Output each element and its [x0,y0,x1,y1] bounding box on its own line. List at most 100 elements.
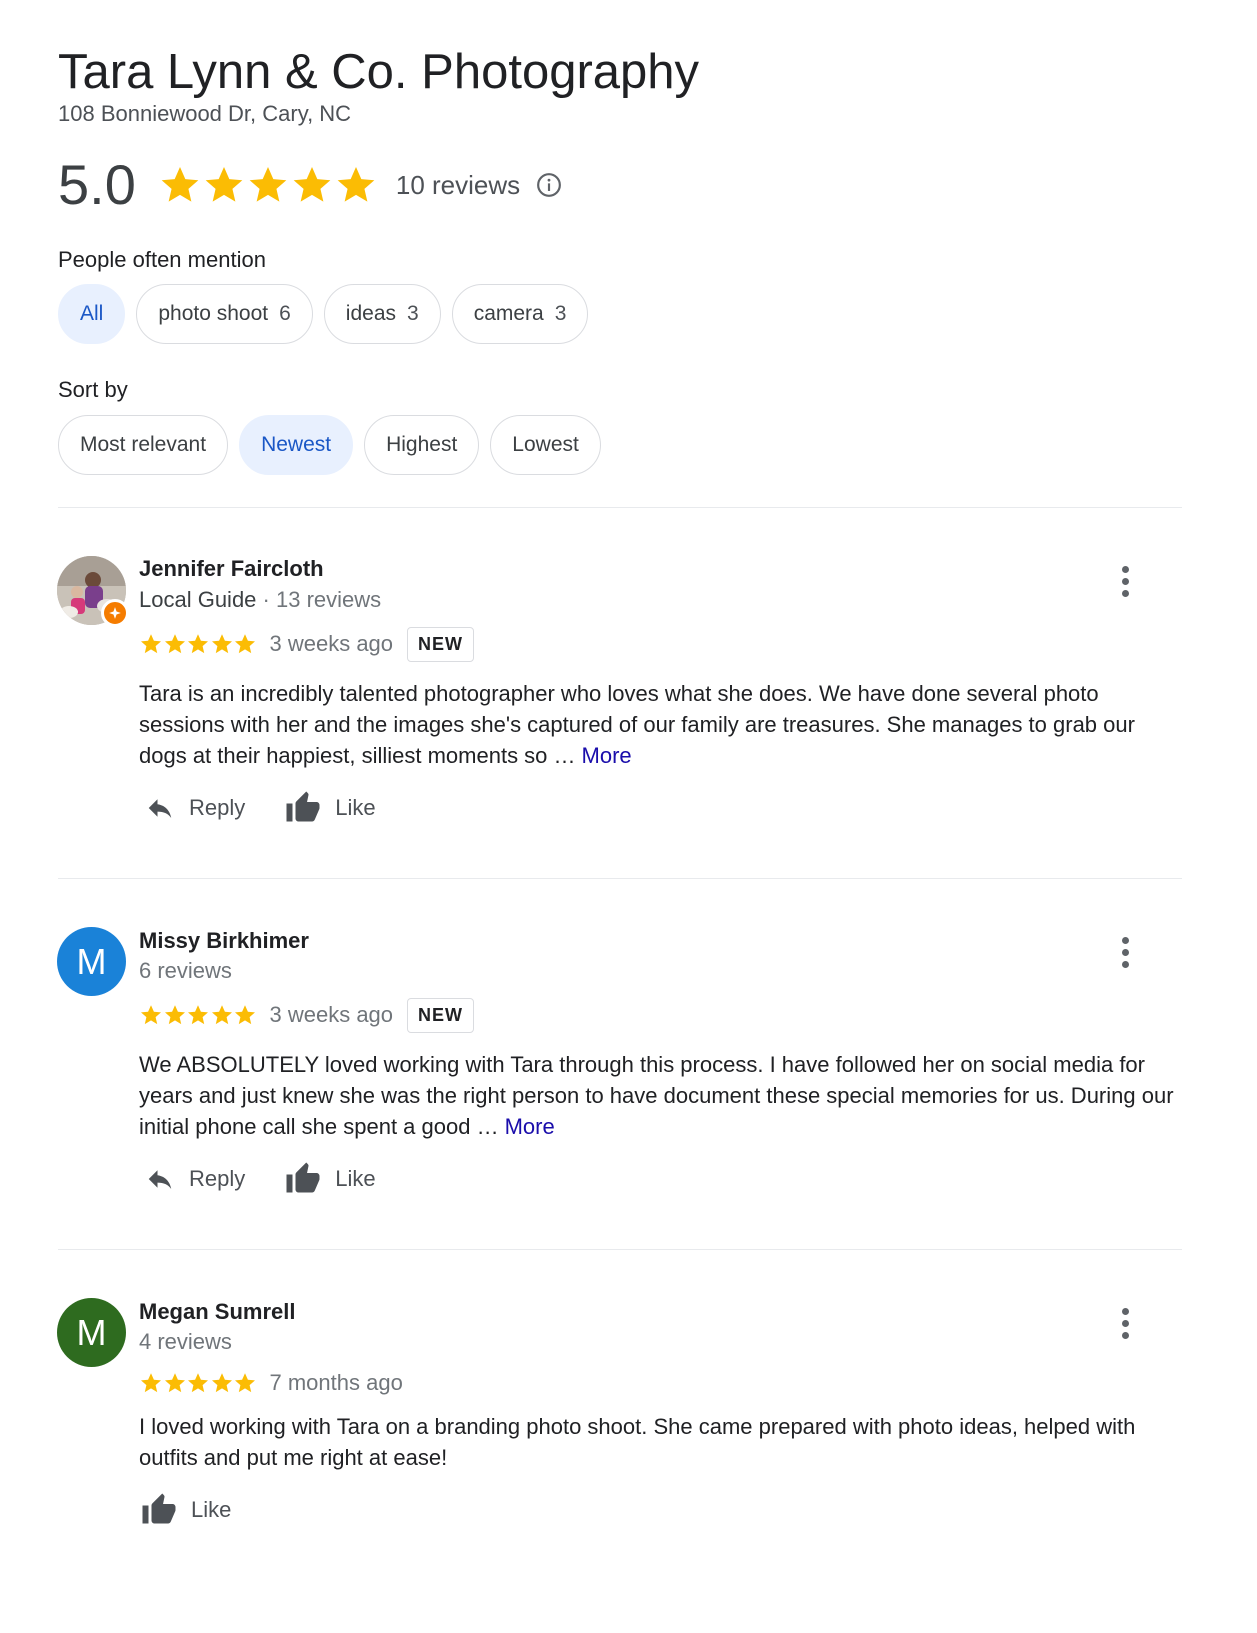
star-icon [164,634,185,654]
chip-count: 6 [279,302,291,325]
star-icon [141,1373,161,1393]
rating-value: 5.0 [58,153,136,216]
thumbs-up-icon [142,1493,176,1524]
chip-photo-shoot[interactable]: photo shoot 6 [136,284,313,344]
star-icon [161,167,199,202]
rating-stars [158,163,378,207]
chip-count: 3 [407,302,419,325]
review-stars [139,1371,257,1395]
local-guide-badge-icon [101,599,129,627]
sort-lowest[interactable]: Lowest [490,415,601,475]
sort-newest[interactable]: Newest [239,415,354,475]
thumbs-up-icon [286,791,320,822]
reviewer-name[interactable]: Megan Sumrell [139,1298,295,1326]
like-button[interactable]: Like [283,790,376,826]
star-icon [188,1373,208,1393]
reviews-panel: Tara Lynn & Co. Photography 108 Bonniewo… [0,0,1257,1633]
review-text: I loved working with Tara on a branding … [139,1411,1179,1473]
star-icon [164,1373,185,1393]
review-rating-row: 7 months ago [139,1365,403,1401]
chip-camera[interactable]: camera 3 [451,284,589,344]
local-guide-label: Local Guide [139,587,257,612]
star-icon [337,167,375,202]
star-icon [211,634,232,654]
avatar[interactable]: M [57,1298,126,1367]
review-text: We ABSOLUTELY loved working with Tara th… [139,1049,1179,1142]
like-button[interactable]: Like [139,1492,231,1528]
review-text: Tara is an incredibly talented photograp… [139,678,1179,771]
sort-most-relevant[interactable]: Most relevant [58,415,229,475]
review-count: 10 reviews [395,169,521,200]
star-icon [205,167,243,202]
like-button[interactable]: Like [283,1161,376,1197]
new-badge: NEW [407,997,475,1033]
chip-label: All [80,302,104,325]
more-options-icon[interactable] [1112,561,1138,601]
chip-ideas[interactable]: ideas 3 [323,284,441,344]
reply-label: Reply [189,1166,246,1191]
reviewer-name[interactable]: Missy Birkhimer [139,927,309,955]
star-icon [188,1005,208,1025]
review-rating-row: 3 weeks ago NEW [139,997,475,1033]
star-icon [293,167,331,202]
chip-label: photo shoot [158,302,269,325]
reply-button[interactable]: Reply [143,1164,245,1194]
info-icon[interactable] [536,172,562,198]
new-badge: NEW [407,626,475,662]
reviewer-review-count: 13 reviews [275,587,382,612]
reviewer-review-count: 6 reviews [139,958,232,983]
more-options-icon[interactable] [1112,932,1138,972]
sort-label: Sort by [58,377,128,402]
reply-icon [148,799,172,818]
reviewer-meta: Local Guide · 13 reviews [139,586,381,614]
star-icon [164,1005,185,1025]
review-rating-row: 3 weeks ago NEW [139,626,475,662]
review-body: Tara is an incredibly talented photograp… [139,681,1135,768]
like-label: Like [191,1497,232,1522]
reviewer-name[interactable]: Jennifer Faircloth [139,555,324,583]
reply-icon [148,1170,172,1189]
like-label: Like [335,795,376,820]
star-icon [141,634,161,654]
review-actions: Like [139,1492,269,1528]
business-name: Tara Lynn & Co. Photography [58,45,700,99]
avatar[interactable]: M [57,927,126,996]
chip-label: ideas [345,302,396,325]
divider [58,507,1182,508]
sort-highest[interactable]: Highest [364,415,480,475]
overall-rating: 5.0 10 reviews [58,150,562,220]
star-icon [249,167,287,202]
reply-label: Reply [189,795,246,820]
like-label: Like [335,1166,376,1191]
mentions-chips: All photo shoot 6 ideas 3 camera 3 [58,284,599,344]
mentions-label: People often mention [58,247,266,272]
star-icon [211,1005,232,1025]
reviewer-review-count: 4 reviews [139,1329,232,1354]
star-icon [235,634,255,654]
review-actions: Reply Like [143,790,414,826]
review-time: 3 weeks ago [269,1002,394,1027]
sort-options: Most relevant Newest Highest Lowest [58,415,612,475]
star-icon [141,1005,161,1025]
avatar-initial: M [76,1311,107,1353]
review-actions: Reply Like [143,1161,414,1197]
star-icon [235,1005,255,1025]
more-link[interactable]: More [582,743,632,768]
business-address: 108 Bonniewood Dr, Cary, NC [58,101,352,126]
more-link[interactable]: More [505,1114,555,1139]
thumbs-up-icon [286,1162,320,1193]
reply-button[interactable]: Reply [143,793,245,823]
avatar-initial: M [76,940,107,982]
divider [58,1249,1182,1250]
star-icon [188,634,208,654]
review-stars [139,1003,257,1027]
review-stars [139,632,257,656]
star-icon [235,1373,255,1393]
star-icon [211,1373,232,1393]
meta-separator: · [256,587,276,612]
review-body: I loved working with Tara on a branding … [139,1414,1136,1470]
review-body: We ABSOLUTELY loved working with Tara th… [139,1052,1174,1139]
avatar[interactable] [57,556,129,627]
chip-all[interactable]: All [58,284,126,344]
more-options-icon[interactable] [1112,1303,1138,1343]
